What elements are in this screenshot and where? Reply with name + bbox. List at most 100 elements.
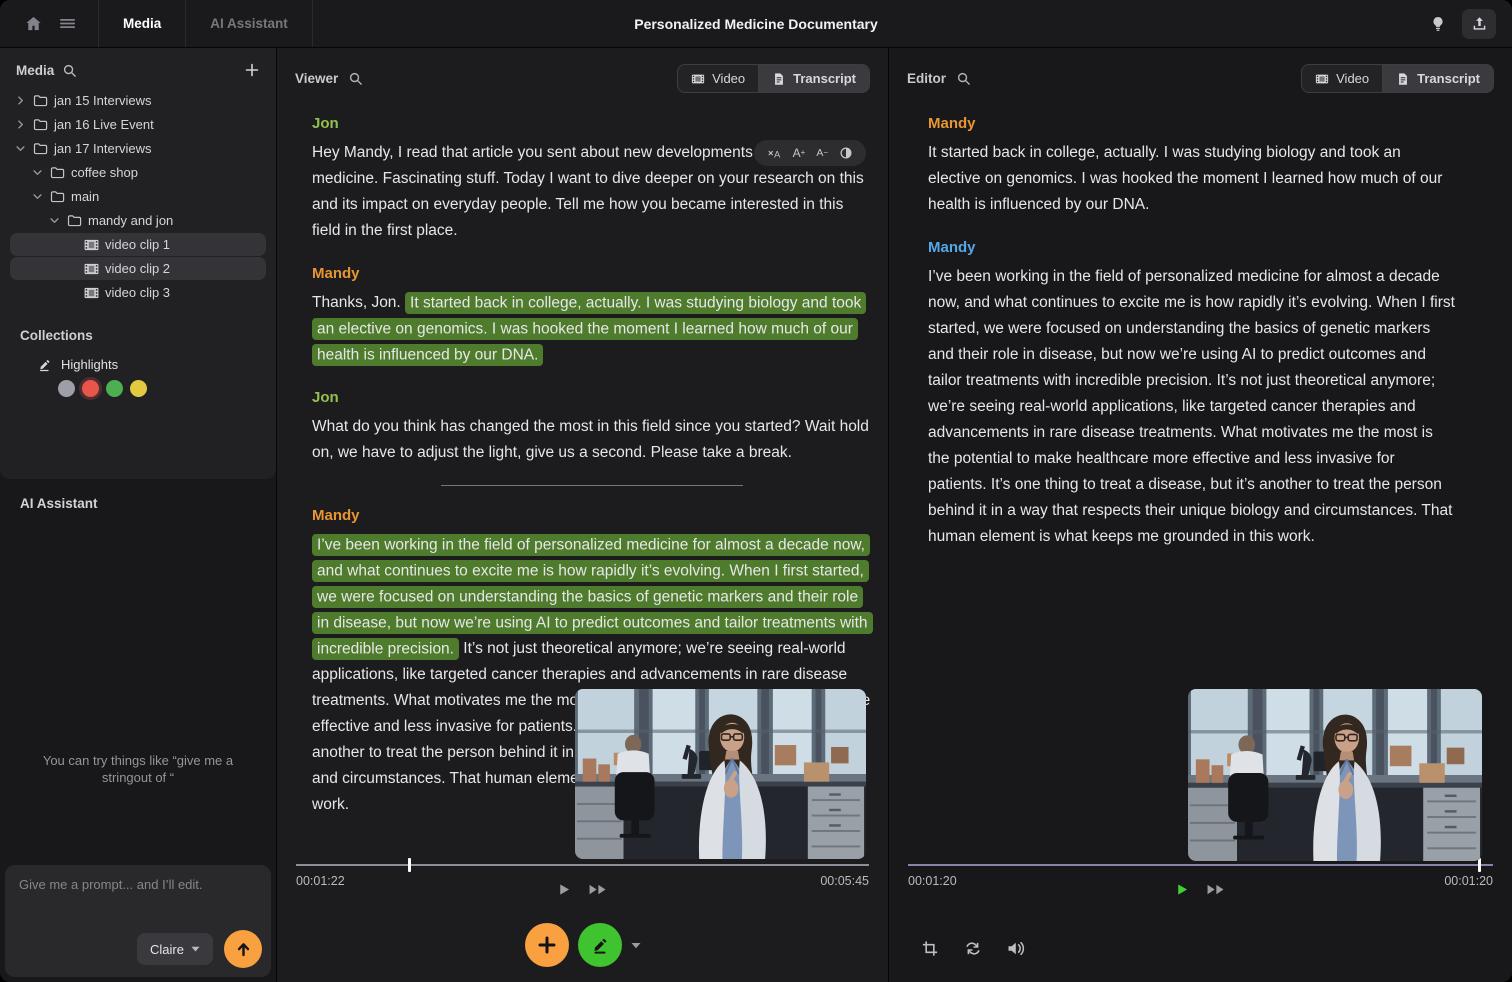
speaker-label[interactable]: Mandy: [928, 235, 1457, 261]
editor-playhead[interactable]: [1478, 858, 1481, 872]
fast-forward-button[interactable]: [1204, 882, 1227, 897]
speaker-label[interactable]: Mandy: [928, 111, 1457, 137]
main-area: Media jan 15 Interviewsjan 16 Live Event…: [0, 48, 1512, 982]
editor-transcript-tab[interactable]: Transcript: [1383, 65, 1493, 92]
editor-timeline[interactable]: [908, 864, 1493, 866]
play-button[interactable]: [1174, 882, 1189, 897]
media-panel-title: Media: [16, 63, 54, 78]
voice-select-button[interactable]: Claire: [137, 933, 213, 965]
share-button[interactable]: [1462, 9, 1496, 39]
transcript-paragraph[interactable]: It started back in college, actually. I …: [928, 140, 1457, 218]
film-icon: [1315, 72, 1329, 86]
caret-down-icon: [191, 946, 200, 952]
folder-icon: [33, 117, 48, 132]
editor-view-toggle: Video Transcript: [1301, 64, 1494, 93]
folder-icon: [33, 141, 48, 156]
tips-button[interactable]: [1424, 10, 1452, 38]
folder-icon: [33, 93, 48, 108]
tab-ai-assistant[interactable]: AI Assistant: [186, 0, 312, 47]
tree-item-label: video clip 2: [105, 261, 170, 276]
tree-item-folder[interactable]: jan 17 Interviews: [10, 137, 266, 160]
chevron-down-icon: [31, 190, 44, 203]
editor-header: Editor Video Transcript: [889, 48, 1512, 93]
contrast-icon[interactable]: [839, 146, 853, 160]
ai-assistant-panel: AI Assistant You can try things like “gi…: [0, 479, 276, 982]
loop-button[interactable]: [963, 939, 983, 958]
fast-forward-button[interactable]: [586, 882, 609, 897]
top-bar-right: [1424, 9, 1512, 39]
highlights-label: Highlights: [61, 357, 118, 372]
highlight-color-dot[interactable]: [82, 380, 99, 397]
highlight-color-dot[interactable]: [130, 380, 147, 397]
sidebar: Media jan 15 Interviewsjan 16 Live Event…: [0, 48, 277, 982]
prompt-input[interactable]: [19, 877, 257, 923]
arrow-up-icon: [235, 941, 252, 958]
play-button[interactable]: [556, 882, 571, 897]
transcript-paragraph[interactable]: I’ve been working in the field of person…: [928, 264, 1457, 550]
editor-video-preview[interactable]: [1188, 689, 1482, 861]
tree-item-label: mandy and jon: [88, 213, 173, 228]
volume-button[interactable]: [1006, 939, 1026, 958]
chevron-right-icon: [14, 118, 27, 131]
transcript-paragraph[interactable]: Thanks, Jon. It started back in college,…: [312, 290, 871, 368]
add-to-timeline-button[interactable]: [525, 923, 569, 967]
viewer-timeline[interactable]: [296, 864, 869, 866]
search-icon[interactable]: [956, 71, 971, 86]
menu-button[interactable]: [50, 9, 84, 39]
film-icon: [691, 72, 705, 86]
tree-item-clip[interactable]: video clip 1: [10, 233, 266, 256]
viewer-controls: [556, 882, 609, 897]
font-increase-button[interactable]: A+: [793, 147, 806, 159]
film-icon: [84, 263, 99, 275]
search-icon[interactable]: [348, 71, 363, 86]
add-media-button[interactable]: [244, 62, 260, 78]
highlight-color-dot[interactable]: [58, 380, 75, 397]
editor-start-time: 00:01:20: [908, 874, 957, 888]
viewer-transcript-tab[interactable]: Transcript: [759, 65, 869, 92]
highlight-button[interactable]: [578, 923, 622, 967]
tree-item-folder[interactable]: jan 15 Interviews: [10, 89, 266, 112]
crop-button[interactable]: [920, 939, 940, 958]
tab-media[interactable]: Media: [99, 0, 185, 47]
transcript-text: I’ve been working in the field of person…: [928, 268, 1455, 545]
viewer-video-preview[interactable]: [575, 689, 866, 859]
send-prompt-button[interactable]: [224, 930, 262, 968]
transcript-text: It started back in college, actually. I …: [928, 144, 1442, 213]
prompt-card: Claire: [5, 865, 271, 977]
tree-item-clip[interactable]: video clip 2: [10, 257, 266, 280]
font-decrease-button[interactable]: A−: [816, 148, 828, 159]
menu-icon: [58, 14, 77, 33]
folder-icon: [50, 165, 65, 180]
speaker-label[interactable]: Jon: [312, 385, 871, 411]
film-icon: [84, 287, 99, 299]
ai-assistant-title: AI Assistant: [0, 479, 276, 511]
tree-item-folder[interactable]: mandy and jon: [10, 209, 266, 232]
ai-assistant-hint: You can try things like “give me a strin…: [29, 752, 247, 786]
tree-item-folder[interactable]: jan 16 Live Event: [10, 113, 266, 136]
document-icon: [772, 72, 786, 86]
highlight-options-caret[interactable]: [631, 942, 641, 949]
tree-item-folder[interactable]: main: [10, 185, 266, 208]
editor-video-tab[interactable]: Video: [1302, 65, 1382, 92]
editor-end-time: 00:01:20: [1444, 874, 1493, 888]
tree-item-label: video clip 3: [105, 285, 170, 300]
viewer-video-tab[interactable]: Video: [678, 65, 758, 92]
media-tree: jan 15 Interviewsjan 16 Live Eventjan 17…: [0, 89, 276, 304]
tree-item-clip[interactable]: video clip 3: [10, 281, 266, 304]
home-button[interactable]: [16, 9, 50, 39]
speaker-label[interactable]: Mandy: [312, 261, 871, 287]
speaker-label[interactable]: Mandy: [312, 503, 871, 529]
highlight-color-dot[interactable]: [106, 380, 123, 397]
viewer-view-toggle: Video Transcript: [677, 64, 870, 93]
transcript-paragraph[interactable]: What do you think has changed the most i…: [312, 414, 871, 466]
viewer-playhead[interactable]: [408, 858, 411, 872]
paragraph-divider: [441, 485, 743, 486]
search-icon[interactable]: [62, 63, 77, 78]
svg-text:A: A: [774, 149, 781, 159]
video-frame: [1188, 689, 1482, 861]
plus-icon: [537, 935, 557, 955]
translate-icon[interactable]: A: [767, 147, 782, 160]
speaker-label[interactable]: Jon: [312, 111, 871, 137]
tree-item-folder[interactable]: coffee shop: [10, 161, 266, 184]
collection-highlights[interactable]: Highlights: [37, 357, 276, 372]
